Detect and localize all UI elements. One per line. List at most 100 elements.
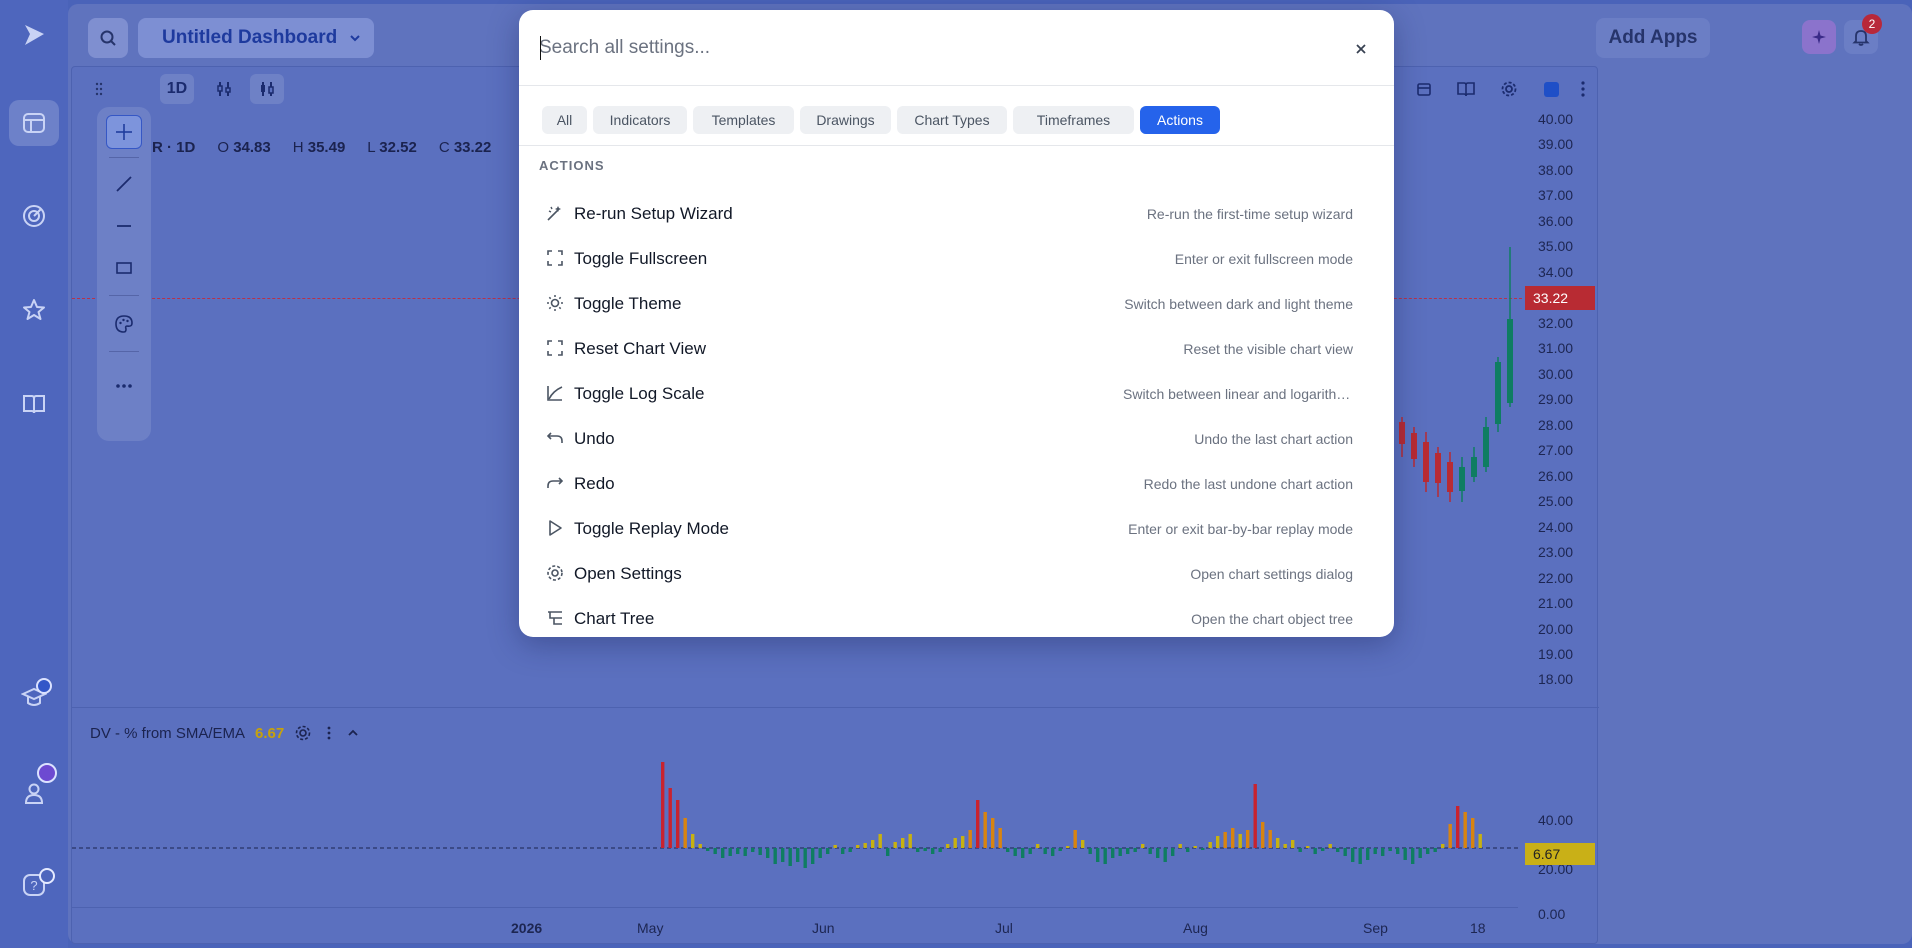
indicator-bar (1381, 848, 1385, 856)
indicator-bar (1156, 848, 1160, 858)
chart-settings-button[interactable] (1492, 74, 1526, 104)
indicator-bar (946, 844, 950, 848)
price-axis-label: 29.00 (1538, 391, 1574, 407)
ohlc-low-value: 32.52 (379, 139, 417, 156)
chart-type-button[interactable] (250, 74, 284, 104)
more-tools-button[interactable] (106, 369, 142, 403)
ohlc-high: H 35.49 (293, 139, 346, 156)
ohlc-low: L 32.52 (367, 139, 417, 156)
indicators-button[interactable] (207, 74, 241, 104)
action-description: Re-run the first-time setup wizard (1146, 206, 1353, 222)
action-title: Toggle Replay Mode (574, 519, 729, 538)
horizontal-line-tool[interactable] (106, 209, 142, 243)
journal-button[interactable] (1449, 74, 1483, 104)
timeframe-button[interactable]: 1D (160, 74, 194, 104)
more-options-button[interactable] (1566, 74, 1600, 104)
action-title: Open Settings (574, 564, 682, 583)
indicator-bar (1088, 848, 1092, 854)
filter-chip-drawings[interactable]: Drawings (800, 106, 891, 134)
rectangle-icon (116, 262, 132, 274)
rectangle-tool[interactable] (106, 251, 142, 285)
svg-text:?: ? (30, 878, 37, 893)
gear-icon (547, 565, 563, 581)
sidebar-item-dashboards[interactable] (9, 100, 59, 146)
drag-handle[interactable] (82, 74, 116, 104)
indicator-bar (1253, 784, 1257, 848)
action-item[interactable]: Chart Tree Open the chart object tree (519, 596, 1394, 637)
indicator-settings-icon[interactable] (294, 724, 312, 742)
horizontal-line-icon (117, 225, 131, 227)
sidebar-item-learn[interactable] (9, 381, 59, 427)
color-button[interactable] (1534, 74, 1568, 104)
indicator-more-icon[interactable] (322, 725, 336, 741)
time-axis-label: May (637, 920, 664, 936)
filter-chip-timeframes[interactable]: Timeframes (1013, 106, 1134, 134)
indicator-bar (1231, 828, 1235, 848)
indicator-bar (1403, 848, 1407, 860)
education-badge (36, 678, 52, 694)
settings-search-input[interactable] (539, 30, 1319, 66)
indicator-bar (938, 848, 942, 852)
search-button[interactable] (88, 18, 128, 58)
indicator-bar (908, 834, 912, 848)
palette-tool[interactable] (106, 307, 142, 341)
chevron-down-icon (350, 35, 360, 42)
indicator-bar (1193, 846, 1197, 848)
action-item[interactable]: Toggle Replay Mode Enter or exit bar-by-b… (519, 506, 1394, 551)
ohlc-close: C 33.22 (439, 139, 492, 156)
price-axis: 40.00 39.00 38.00 37.00 36.00 35.00 34.00 32.00… (1518, 103, 1600, 687)
indicator-bar (916, 848, 920, 852)
action-item[interactable]: Toggle Theme Switch between dark and ligh… (519, 281, 1394, 326)
action-item[interactable]: Toggle Log Scale Switch between linear an… (519, 371, 1394, 416)
ohlc-open-value: 34.83 (233, 139, 271, 156)
trendline-tool[interactable] (106, 167, 142, 201)
indicator-bar (1186, 848, 1190, 852)
text-caret (540, 36, 541, 60)
action-item[interactable]: Reset Chart View Reset the visible chart … (519, 326, 1394, 371)
dashboard-select[interactable]: Untitled Dashboard (138, 18, 374, 58)
indicator-bar (1343, 848, 1347, 856)
action-item[interactable]: Open Settings Open chart settings dialog (519, 551, 1394, 596)
action-title: Toggle Theme (574, 294, 682, 313)
indicator-bar (1081, 840, 1085, 848)
crosshair-tool[interactable] (106, 115, 142, 149)
dashboard-title: Untitled Dashboard (162, 27, 338, 48)
filter-chip-indicators[interactable]: Indicators (593, 106, 687, 134)
add-apps-button[interactable]: Add Apps (1596, 18, 1710, 58)
ai-assistant-button[interactable] (1802, 20, 1836, 54)
star-icon (23, 299, 45, 320)
grip-icon (95, 82, 103, 96)
indicator-bar (1396, 848, 1400, 854)
indicator-bar (818, 848, 822, 858)
chevron-up-icon[interactable] (346, 726, 360, 740)
action-item[interactable]: Re-run Setup Wizard Re-run the first-time… (519, 191, 1394, 236)
indicator-axis-label: 0.00 (1538, 906, 1566, 922)
indicator-bar (976, 800, 980, 848)
indicator-bar (803, 848, 807, 868)
sidebar-item-scanner[interactable] (9, 193, 59, 239)
calendar-button[interactable] (1407, 74, 1441, 104)
close-button[interactable] (1350, 38, 1372, 60)
time-axis-label: Jun (812, 920, 835, 936)
indicator-bar (1448, 824, 1452, 848)
filter-chip-chart-types[interactable]: Chart Types (897, 106, 1007, 134)
sidebar-item-watchlist[interactable] (9, 287, 59, 333)
action-item[interactable]: Redo Redo the last undone chart action (519, 461, 1394, 506)
indicator-bar (788, 848, 792, 866)
action-item[interactable]: Undo Undo the last chart action (519, 416, 1394, 461)
indicator-bar (1478, 834, 1482, 848)
filter-chip-templates[interactable]: Templates (693, 106, 794, 134)
app-logo[interactable] (9, 12, 59, 58)
time-axis-label: 18 (1470, 920, 1486, 936)
price-axis-label: 24.00 (1538, 519, 1574, 535)
price-axis-label: 38.00 (1538, 162, 1574, 178)
indicator-bar (826, 848, 830, 854)
filter-chip-actions[interactable]: Actions (1140, 106, 1220, 134)
price-axis-label: 32.00 (1538, 315, 1574, 331)
filter-chip-all[interactable]: All (542, 106, 587, 134)
gear-icon (1501, 81, 1517, 97)
indicator-bar (743, 848, 747, 856)
more-horizontal-icon (116, 384, 132, 388)
action-item[interactable]: Toggle Fullscreen Enter or exit fullscree… (519, 236, 1394, 281)
sidebar-item-education[interactable] (9, 674, 59, 720)
